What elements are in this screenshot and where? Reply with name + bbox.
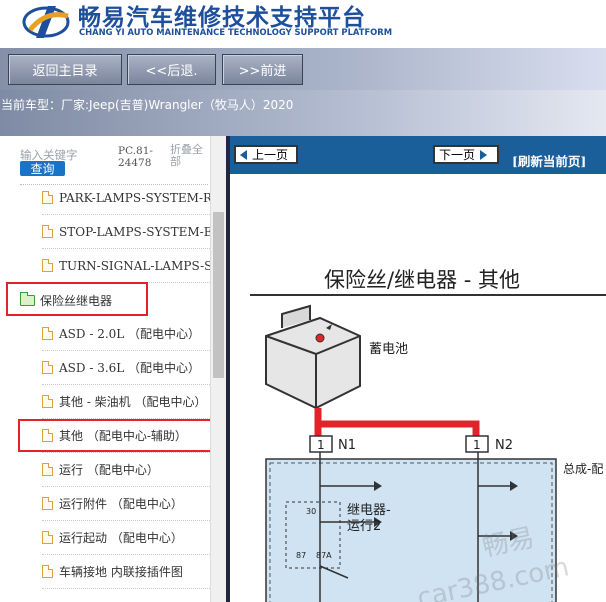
tree-item[interactable]: 运行附件 （配电中心）: [42, 487, 210, 521]
battery-label: 蓄电池: [369, 342, 408, 357]
pin-2-label: 1: [473, 438, 481, 452]
prev-page-button[interactable]: 上一页: [234, 145, 298, 164]
toolbar: 返回主目录 <<后退. >>前进: [0, 48, 606, 90]
tree-item-label: 运行 （配电中心）: [59, 463, 159, 477]
pin-1-label: 1: [317, 438, 325, 452]
document-icon: [42, 565, 53, 578]
scrollbar[interactable]: [210, 136, 226, 602]
relay-label-line1: 继电器-: [347, 503, 391, 518]
tree-item[interactable]: STOP-LAMPS-SYSTEM-EX: [42, 215, 221, 249]
left-panel: 输入关键字 PC.81-24478 折叠全部 查询 PARK-LAMPS-SYS…: [0, 136, 226, 602]
prev-page-label: 上一页: [252, 148, 289, 162]
node-n1-label: N1: [338, 438, 356, 453]
tree-item-label: TURN-SIGNAL-LAMPS-SY: [59, 258, 221, 273]
document-icon: [42, 463, 53, 476]
tree-item-label: ASD - 3.6L （配电中心）: [59, 361, 201, 375]
next-page-label: 下一页: [439, 148, 476, 162]
pin-87-label: 87: [296, 551, 306, 560]
battery-icon: [265, 304, 361, 410]
tree-item[interactable]: PARK-LAMPS-SYSTEM-R: [42, 181, 213, 215]
tree-item[interactable]: 车辆接地 内联接插件图: [42, 555, 210, 589]
right-panel: 上一页 下一页 [刷新当前页] 保险丝/继电器 - 其他 蓄电池 1 N1 1 …: [230, 136, 606, 602]
tree-item-label: 其他 - 柴油机 （配电中心）: [59, 395, 207, 409]
tree-item[interactable]: TURN-SIGNAL-LAMPS-SY: [42, 249, 220, 283]
collapse-all-button[interactable]: 折叠全部: [170, 144, 210, 168]
pin-87a-label: 87A: [316, 551, 332, 560]
document-icon: [42, 395, 53, 408]
current-model: 当前车型：厂家:Jeep(吉普)Wrangler（牧马人）2020: [0, 96, 606, 112]
tree-item-label: ASD - 2.0L （配电中心）: [59, 327, 201, 341]
home-button[interactable]: 返回主目录: [8, 54, 122, 85]
tree-item-label: 车辆接地 内联接插件图: [59, 565, 183, 579]
back-button[interactable]: <<后退.: [127, 54, 216, 85]
search-code: PC.81-24478: [118, 145, 153, 169]
document-icon: [42, 191, 53, 204]
refresh-page-link[interactable]: [刷新当前页]: [512, 151, 586, 170]
highlight-box-folder: [6, 282, 148, 316]
document-icon: [42, 361, 53, 374]
document-icon: [42, 259, 53, 272]
tree-item-label: PARK-LAMPS-SYSTEM-R: [59, 190, 213, 205]
tree-item-label: 运行起动 （配电中心）: [59, 531, 183, 545]
tree-item[interactable]: ASD - 2.0L （配电中心）: [42, 317, 210, 351]
document-icon: [42, 531, 53, 544]
document-icon: [42, 327, 53, 340]
wire-red: [314, 408, 480, 436]
pin-30-label: 30: [306, 507, 316, 516]
header: 畅易汽车维修技术支持平台 CHANG YI AUTO MAINTENANCE T…: [0, 0, 606, 48]
assembly-label: 总成-配: [563, 462, 603, 476]
document-icon: [42, 497, 53, 510]
current-model-text: 厂家:Jeep(吉普)Wrangler（牧马人）2020: [61, 98, 294, 112]
document-icon: [42, 225, 53, 238]
current-model-prefix: 当前车型：: [1, 98, 62, 112]
logo-icon: [22, 6, 70, 38]
node-n2-label: N2: [495, 438, 513, 453]
query-button[interactable]: 查询: [20, 161, 65, 176]
tree-item-label: STOP-LAMPS-SYSTEM-EX: [59, 224, 222, 239]
next-page-button[interactable]: 下一页: [433, 145, 499, 164]
tree-item[interactable]: 运行起动 （配电中心）: [42, 521, 210, 555]
page-nav-bar: 上一页 下一页 [刷新当前页]: [230, 136, 606, 174]
tree-item[interactable]: ASD - 3.6L （配电中心）: [42, 351, 210, 385]
brand-subtitle: CHANG YI AUTO MAINTENANCE TECHNOLOGY SUP…: [79, 27, 393, 37]
forward-button[interactable]: >>前进: [222, 54, 303, 85]
scrollbar-thumb[interactable]: [213, 212, 224, 378]
arrow-right-icon: [480, 149, 488, 160]
highlight-box-selected: [18, 419, 221, 452]
tree-item-label: 运行附件 （配电中心）: [59, 497, 183, 511]
arrow-left-icon: [240, 149, 247, 160]
tree-item[interactable]: 其他 - 柴油机 （配电中心）: [42, 385, 210, 419]
tree-item[interactable]: 运行 （配电中心）: [42, 453, 210, 487]
relay-label-line2: 运行2: [347, 519, 381, 534]
diagram-title: 保险丝/继电器 - 其他: [324, 268, 521, 292]
